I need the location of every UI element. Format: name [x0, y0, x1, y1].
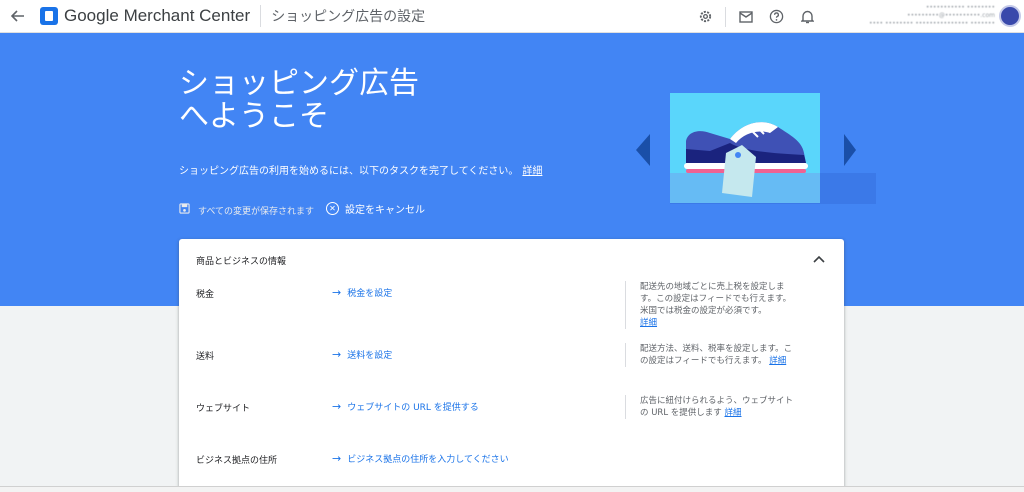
enter-business-address-link-label: ビジネス拠点の住所を入力してください [347, 455, 509, 465]
hero-title: ショッピング広告 へようこそ [179, 67, 419, 133]
cancel-setup-label: 設定をキャンセル [345, 205, 425, 216]
set-tax-link-label: 税金を設定 [347, 289, 393, 299]
row-label-website: ウェブサイト [196, 404, 251, 414]
website-help-link[interactable]: 詳細 [724, 408, 741, 418]
account-line-1: ••••••••••• •••••••• [925, 4, 995, 11]
shipping-help-text: 配送方法、送料、税率を設定します。この設定はフィードでも行えます。 詳細 [625, 343, 795, 367]
set-shipping-link[interactable]: → 送料を設定 [332, 348, 392, 361]
save-status: すべての変更が保存されます [179, 203, 314, 217]
page-title: ショッピング広告の設定 [271, 9, 426, 25]
business-info-card: 商品とビジネスの情報 税金 → 税金を設定 配送先の地域ごとに売上税を設定します… [179, 239, 844, 492]
shipping-help-link[interactable]: 詳細 [769, 356, 786, 366]
header-actions [690, 0, 823, 33]
sneaker-illustration [670, 93, 820, 203]
hero-title-line-1: ショッピング広告 [179, 66, 419, 101]
provide-website-link[interactable]: → ウェブサイトの URL を提供する [332, 400, 479, 413]
brand-google: Google [64, 6, 119, 25]
merchant-center-logo-icon [40, 7, 58, 25]
carousel-next-icon[interactable] [844, 134, 856, 166]
hero-details-link[interactable]: 詳細 [522, 166, 542, 177]
tax-help-link[interactable]: 詳細 [640, 318, 657, 328]
product-name: Google Merchant Center [64, 6, 250, 26]
bell-icon[interactable] [792, 0, 823, 33]
close-circle-icon: ✕ [326, 202, 339, 215]
provide-website-link-label: ウェブサイトの URL を提供する [347, 403, 479, 413]
sneaker-icon [684, 122, 808, 197]
row-label-shipping: 送料 [196, 352, 215, 362]
gear-icon[interactable] [690, 0, 721, 33]
arrow-right-icon: → [332, 452, 342, 465]
hero-illustration-carousel [636, 93, 876, 205]
arrow-right-icon: → [332, 348, 342, 361]
hero-description: ショッピング広告の利用を始めるには、以下のタスクを完了してください。 詳細 [179, 162, 542, 177]
chevron-up-icon[interactable] [812, 252, 826, 266]
account-info: ••••••••••• •••••••• •••••••••@•••••••••… [835, 4, 995, 28]
help-circle-icon[interactable] [761, 0, 792, 33]
arrow-right-icon: → [332, 400, 342, 413]
account-line-2: •••••••••@••••••••••.com [907, 12, 995, 19]
os-taskbar [0, 486, 1024, 492]
top-app-bar: Google Merchant Center ショッピング広告の設定 •••••… [0, 0, 1024, 33]
website-help-text: 広告に紐付けられるよう、ウェブサイトの URL を提供します 詳細 [625, 395, 795, 419]
tax-help-body: 配送先の地域ごとに売上税を設定します。この設定はフィードでも行えます。米国では税… [640, 282, 792, 316]
set-shipping-link-label: 送料を設定 [347, 351, 393, 361]
card-title: 商品とビジネスの情報 [196, 257, 287, 267]
carousel-prev-icon[interactable] [636, 134, 650, 166]
set-tax-link[interactable]: → 税金を設定 [332, 286, 392, 299]
row-label-tax: 税金 [196, 290, 215, 300]
account-line-3: •••• •••••••• ••••••••••••••• ••••••• [868, 20, 995, 27]
cancel-setup-button[interactable]: ✕ 設定をキャンセル [326, 201, 425, 216]
floppy-disk-icon [179, 203, 190, 217]
avatar[interactable] [999, 5, 1021, 27]
back-arrow-icon[interactable] [0, 0, 36, 33]
enter-business-address-link[interactable]: → ビジネス拠点の住所を入力してください [332, 452, 509, 465]
hero-title-line-2: へようこそ [179, 99, 329, 134]
arrow-right-icon: → [332, 286, 342, 299]
brand-product: Merchant Center [123, 6, 251, 25]
hero-description-text: ショッピング広告の利用を始めるには、以下のタスクを完了してください。 [179, 166, 519, 177]
tax-help-text: 配送先の地域ごとに売上税を設定します。この設定はフィードでも行えます。米国では税… [625, 281, 795, 329]
website-help-body: 広告に紐付けられるよう、ウェブサイトの URL を提供します [640, 396, 794, 418]
mail-icon[interactable] [730, 0, 761, 33]
save-status-text: すべての変更が保存されます [198, 206, 315, 217]
header-actions-divider [725, 6, 726, 27]
header-divider [260, 5, 262, 27]
row-label-business-address: ビジネス拠点の住所 [196, 456, 278, 466]
